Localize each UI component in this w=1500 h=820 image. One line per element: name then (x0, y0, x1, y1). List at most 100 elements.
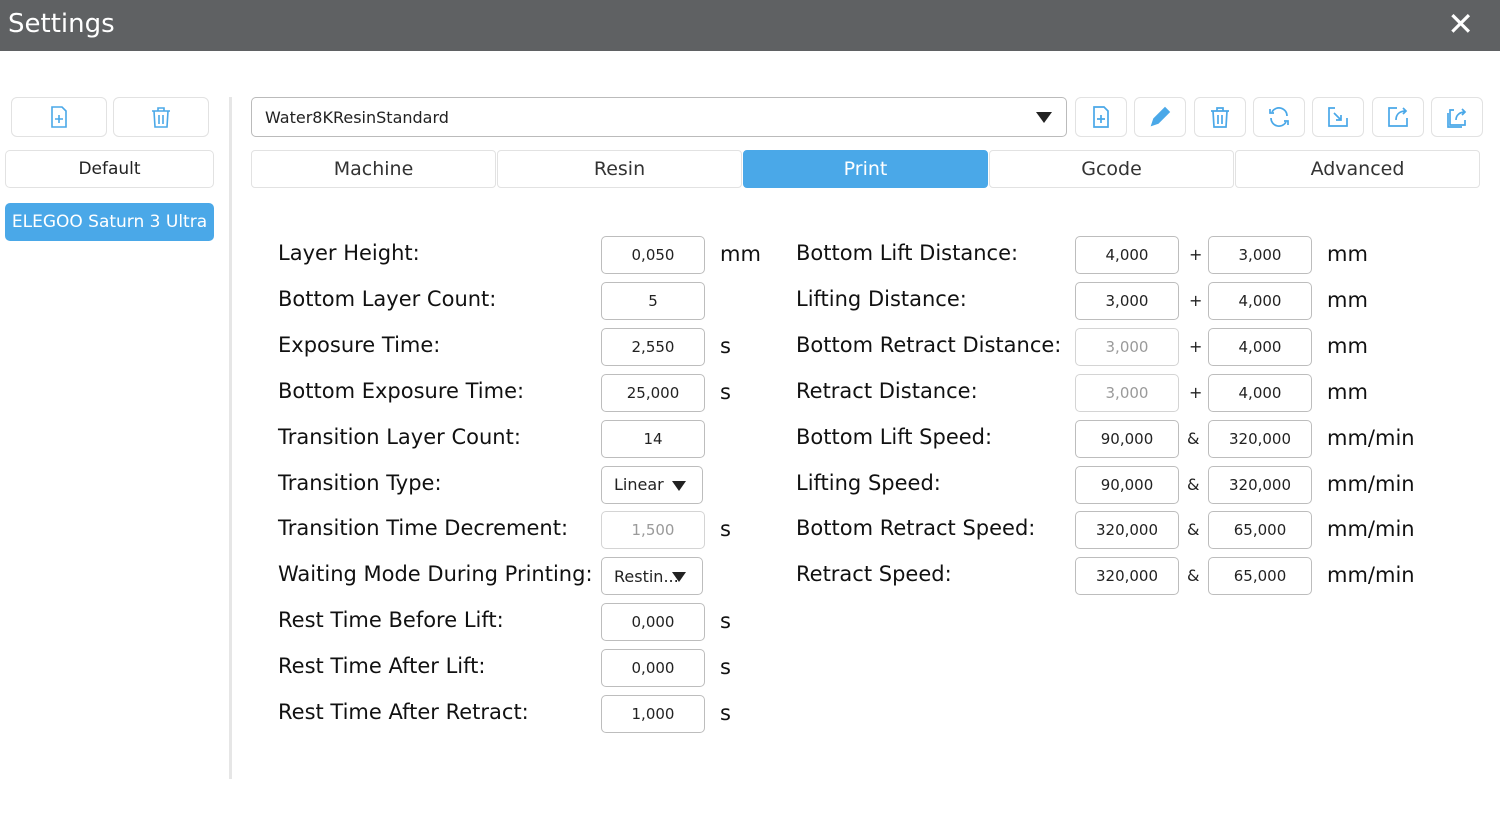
tab-advanced[interactable]: Advanced (1235, 150, 1480, 188)
lifting-distance-unit: mm (1327, 288, 1368, 312)
bottom-lift-distance-separator: + (1189, 245, 1202, 264)
bottom-retract-distance-label: Bottom Retract Distance: (796, 333, 1061, 357)
bottom-retract-distance-separator: + (1189, 337, 1202, 356)
exposure-time-input[interactable]: 2,550 (601, 328, 705, 366)
preset-value: Water8KResinStandard (265, 108, 449, 127)
layer-height-label: Layer Height: (278, 241, 420, 265)
bottom-exposure-time-unit: s (720, 380, 731, 404)
bottom-retract-distance-input-2[interactable]: 4,000 (1208, 328, 1312, 366)
rest-time-after-retract-unit: s (720, 701, 731, 725)
preset-dropdown[interactable]: Water8KResinStandard (251, 97, 1067, 137)
transition-time-decrement-label: Transition Time Decrement: (278, 516, 568, 540)
bottom-exposure-time-label: Bottom Exposure Time: (278, 379, 524, 403)
bottom-lift-distance-input-2[interactable]: 3,000 (1208, 236, 1312, 274)
import-icon (1326, 105, 1350, 129)
bottom-layer-count-input[interactable]: 5 (601, 282, 705, 320)
bottom-lift-speed-unit: mm/min (1327, 426, 1415, 450)
rest-time-after-retract-input[interactable]: 1,000 (601, 695, 705, 733)
bottom-lift-speed-separator: & (1187, 429, 1199, 448)
divider (229, 97, 232, 779)
sidebar-item-elegoo-saturn-3-ultra[interactable]: ELEGOO Saturn 3 Ultra (5, 203, 214, 241)
lifting-distance-label: Lifting Distance: (796, 287, 967, 311)
lifting-speed-label: Lifting Speed: (796, 471, 941, 495)
tab-print[interactable]: Print (743, 150, 988, 188)
retract-speed-separator: & (1187, 566, 1199, 585)
exposure-time-label: Exposure Time: (278, 333, 440, 357)
lifting-speed-unit: mm/min (1327, 472, 1415, 496)
rest-time-before-lift-input[interactable]: 0,000 (601, 603, 705, 641)
bottom-retract-speed-label: Bottom Retract Speed: (796, 516, 1035, 540)
rest-time-before-lift-label: Rest Time Before Lift: (278, 608, 504, 632)
export-all-button[interactable] (1431, 97, 1483, 137)
tab-gcode[interactable]: Gcode (989, 150, 1234, 188)
tab-machine[interactable]: Machine (251, 150, 496, 188)
retract-speed-input-1[interactable]: 320,000 (1075, 557, 1179, 595)
lifting-distance-input-1[interactable]: 3,000 (1075, 282, 1179, 320)
refresh-button[interactable] (1253, 97, 1305, 137)
bottom-lift-distance-unit: mm (1327, 242, 1368, 266)
chevron-down-icon (672, 572, 686, 582)
bottom-retract-distance-input-1[interactable]: 3,000 (1075, 328, 1179, 366)
transition-layer-count-input[interactable]: 14 (601, 420, 705, 458)
retract-speed-label: Retract Speed: (796, 562, 952, 586)
bottom-retract-speed-input-1[interactable]: 320,000 (1075, 511, 1179, 549)
waiting-mode-during-printing-select[interactable]: Restin... (601, 557, 703, 595)
bottom-layer-count-label: Bottom Layer Count: (278, 287, 496, 311)
file-add-icon (1089, 105, 1113, 129)
title-bar: Settings ✕ (0, 0, 1500, 51)
chevron-down-icon (672, 481, 686, 491)
bottom-lift-distance-label: Bottom Lift Distance: (796, 241, 1018, 265)
rest-time-after-lift-label: Rest Time After Lift: (278, 654, 485, 678)
pencil-button[interactable] (1134, 97, 1186, 137)
bottom-lift-speed-input-2[interactable]: 320,000 (1208, 420, 1312, 458)
transition-time-decrement-input[interactable]: 1,500 (601, 511, 705, 549)
trash-icon (149, 105, 173, 129)
layer-height-input[interactable]: 0,050 (601, 236, 705, 274)
retract-distance-separator: + (1189, 383, 1202, 402)
rest-time-after-retract-label: Rest Time After Retract: (278, 700, 529, 724)
sidebar-item-default[interactable]: Default (5, 150, 214, 188)
layer-height-unit: mm (720, 242, 761, 266)
bottom-retract-distance-unit: mm (1327, 334, 1368, 358)
import-button[interactable] (1312, 97, 1364, 137)
retract-distance-unit: mm (1327, 380, 1368, 404)
bottom-lift-distance-input-1[interactable]: 4,000 (1075, 236, 1179, 274)
trash-icon (1208, 105, 1232, 129)
retract-distance-input-2[interactable]: 4,000 (1208, 374, 1312, 412)
file-add-button[interactable] (1075, 97, 1127, 137)
waiting-mode-during-printing-value: Restin... (614, 567, 679, 586)
lifting-speed-input-1[interactable]: 90,000 (1075, 466, 1179, 504)
retract-distance-label: Retract Distance: (796, 379, 978, 403)
rest-time-after-lift-unit: s (720, 655, 731, 679)
close-icon[interactable]: ✕ (1447, 8, 1474, 40)
bottom-retract-speed-unit: mm/min (1327, 517, 1415, 541)
add-profile-button[interactable] (11, 97, 107, 137)
bottom-lift-speed-label: Bottom Lift Speed: (796, 425, 992, 449)
window-title: Settings (8, 9, 115, 39)
export-all-icon (1445, 105, 1469, 129)
exposure-time-unit: s (720, 334, 731, 358)
lifting-speed-input-2[interactable]: 320,000 (1208, 466, 1312, 504)
retract-speed-input-2[interactable]: 65,000 (1208, 557, 1312, 595)
trash-button[interactable] (1194, 97, 1246, 137)
export-icon (1386, 105, 1410, 129)
waiting-mode-during-printing-label: Waiting Mode During Printing: (278, 562, 593, 586)
rest-time-before-lift-unit: s (720, 609, 731, 633)
file-add-icon (47, 105, 71, 129)
bottom-retract-speed-separator: & (1187, 520, 1199, 539)
bottom-lift-speed-input-1[interactable]: 90,000 (1075, 420, 1179, 458)
rest-time-after-lift-input[interactable]: 0,000 (601, 649, 705, 687)
bottom-retract-speed-input-2[interactable]: 65,000 (1208, 511, 1312, 549)
transition-type-value: Linear (614, 475, 664, 494)
transition-time-decrement-unit: s (720, 517, 731, 541)
lifting-distance-separator: + (1189, 291, 1202, 310)
retract-distance-input-1[interactable]: 3,000 (1075, 374, 1179, 412)
tab-resin[interactable]: Resin (497, 150, 742, 188)
refresh-icon (1267, 105, 1291, 129)
chevron-down-icon (1036, 112, 1052, 123)
export-button[interactable] (1372, 97, 1424, 137)
bottom-exposure-time-input[interactable]: 25,000 (601, 374, 705, 412)
lifting-distance-input-2[interactable]: 4,000 (1208, 282, 1312, 320)
transition-type-select[interactable]: Linear (601, 466, 703, 504)
delete-profile-button[interactable] (113, 97, 209, 137)
